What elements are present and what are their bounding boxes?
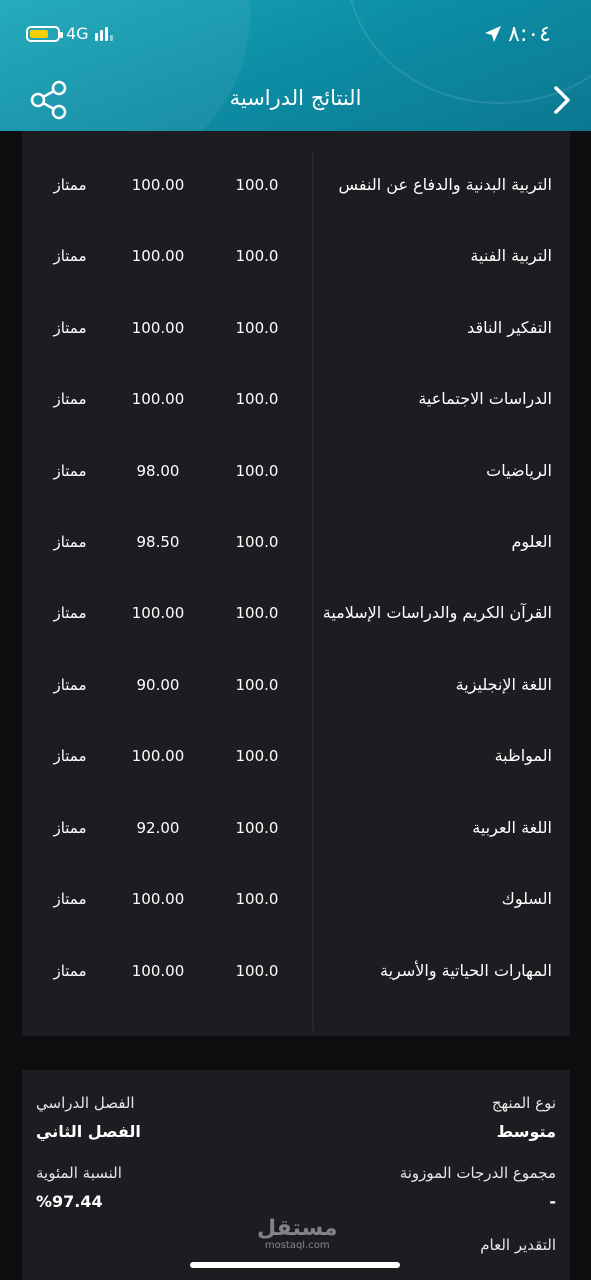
subject-name: المهارات الحياتية والأسرية: [380, 961, 552, 980]
grade-label: ممتاز: [53, 462, 87, 480]
network-type: 4G: [66, 24, 89, 43]
location-arrow-icon: [485, 26, 501, 42]
table-row: العلوم 100.0 98.50 ممتاز: [22, 522, 570, 562]
student-score: 100.00: [131, 390, 185, 408]
student-score: 100.00: [131, 890, 185, 908]
table-row: التفكير الناقد 100.0 100.00 ممتاز: [22, 308, 570, 348]
results-list: التربية البدنية والدفاع عن النفس 100.0 1…: [22, 131, 570, 1036]
subject-name: السلوك: [501, 889, 552, 908]
signal-icon: [94, 26, 113, 41]
student-score: 100.00: [131, 962, 185, 980]
table-row: اللغة الإنجليزية 100.0 90.00 ممتاز: [22, 665, 570, 705]
student-score: 92.00: [136, 819, 180, 837]
student-score: 100.00: [131, 747, 185, 765]
weighted-total-label: مجموع الدرجات الموزونة: [399, 1164, 556, 1182]
subject-name: القرآن الكريم والدراسات الإسلامية: [322, 603, 552, 622]
subject-name: التفكير الناقد: [467, 318, 552, 337]
watermark-logo: مستقل mostaql.com: [257, 1216, 338, 1252]
curriculum-value: متوسط: [496, 1122, 556, 1141]
max-score: 100.0: [235, 604, 279, 622]
subject-name: اللغة الإنجليزية: [455, 675, 552, 694]
grade-label: ممتاز: [53, 747, 87, 765]
subject-name: الرياضيات: [486, 461, 552, 480]
student-score: 100.00: [131, 604, 185, 622]
max-score: 100.0: [235, 890, 279, 908]
student-score: 98.50: [136, 533, 180, 551]
student-score: 100.00: [131, 176, 185, 194]
max-score: 100.0: [235, 747, 279, 765]
semester-label: الفصل الدراسي: [36, 1094, 135, 1112]
table-row: المواظبة 100.0 100.00 ممتاز: [22, 736, 570, 776]
grade-label: ممتاز: [53, 533, 87, 551]
max-score: 100.0: [235, 676, 279, 694]
grade-label: ممتاز: [53, 890, 87, 908]
table-row: الدراسات الاجتماعية 100.0 100.00 ممتاز: [22, 379, 570, 419]
table-row: الرياضيات 100.0 98.00 ممتاز: [22, 451, 570, 491]
grade-label: ممتاز: [53, 819, 87, 837]
max-score: 100.0: [235, 319, 279, 337]
page-title: النتائج الدراسية: [229, 86, 362, 110]
student-score: 98.00: [136, 462, 180, 480]
table-row: اللغة العربية 100.0 92.00 ممتاز: [22, 808, 570, 848]
subject-name: العلوم: [511, 532, 552, 551]
max-score: 100.0: [235, 390, 279, 408]
subject-name: اللغة العربية: [472, 818, 552, 837]
battery-icon: [26, 25, 63, 42]
grade-label: ممتاز: [53, 676, 87, 694]
max-score: 100.0: [235, 247, 279, 265]
back-chevron-icon[interactable]: [549, 84, 575, 116]
home-indicator[interactable]: [190, 1262, 400, 1268]
table-row: التربية البدنية والدفاع عن النفس 100.0 1…: [22, 165, 570, 205]
table-row: التربية الفنية 100.0 100.00 ممتاز: [22, 236, 570, 276]
grade-label: ممتاز: [53, 176, 87, 194]
max-score: 100.0: [235, 176, 279, 194]
subject-name: المواظبة: [494, 746, 552, 765]
student-score: 100.00: [131, 247, 185, 265]
max-score: 100.0: [235, 462, 279, 480]
table-row: القرآن الكريم والدراسات الإسلامية 100.0 …: [22, 593, 570, 633]
share-icon[interactable]: [30, 80, 68, 120]
student-score: 100.00: [131, 319, 185, 337]
grade-label: ممتاز: [53, 604, 87, 622]
subject-name: التربية البدنية والدفاع عن النفس: [338, 175, 552, 194]
max-score: 100.0: [235, 819, 279, 837]
student-score: 90.00: [136, 676, 180, 694]
overall-grade-label: التقدير العام: [480, 1236, 556, 1254]
percentage-value: %97.44: [36, 1192, 103, 1211]
subject-name: التربية الفنية: [470, 246, 552, 265]
curriculum-label: نوع المنهج: [491, 1094, 556, 1112]
max-score: 100.0: [235, 533, 279, 551]
table-row: المهارات الحياتية والأسرية 100.0 100.00 …: [22, 951, 570, 991]
grade-label: ممتاز: [53, 247, 87, 265]
semester-value: الفصل الثاني: [36, 1122, 141, 1141]
grade-label: ممتاز: [53, 390, 87, 408]
status-time: ٨:٠٤: [508, 22, 551, 47]
status-bar-left: 4G: [26, 24, 113, 43]
app-header: 4G ٨:٠٤ النتائج الدراسية: [0, 0, 591, 131]
grade-label: ممتاز: [53, 962, 87, 980]
weighted-total-value: -: [549, 1192, 556, 1211]
percentage-label: النسبة المئوية: [36, 1164, 122, 1182]
max-score: 100.0: [235, 962, 279, 980]
table-row: السلوك 100.0 100.00 ممتاز: [22, 879, 570, 919]
grade-label: ممتاز: [53, 319, 87, 337]
subject-name: الدراسات الاجتماعية: [418, 389, 552, 408]
